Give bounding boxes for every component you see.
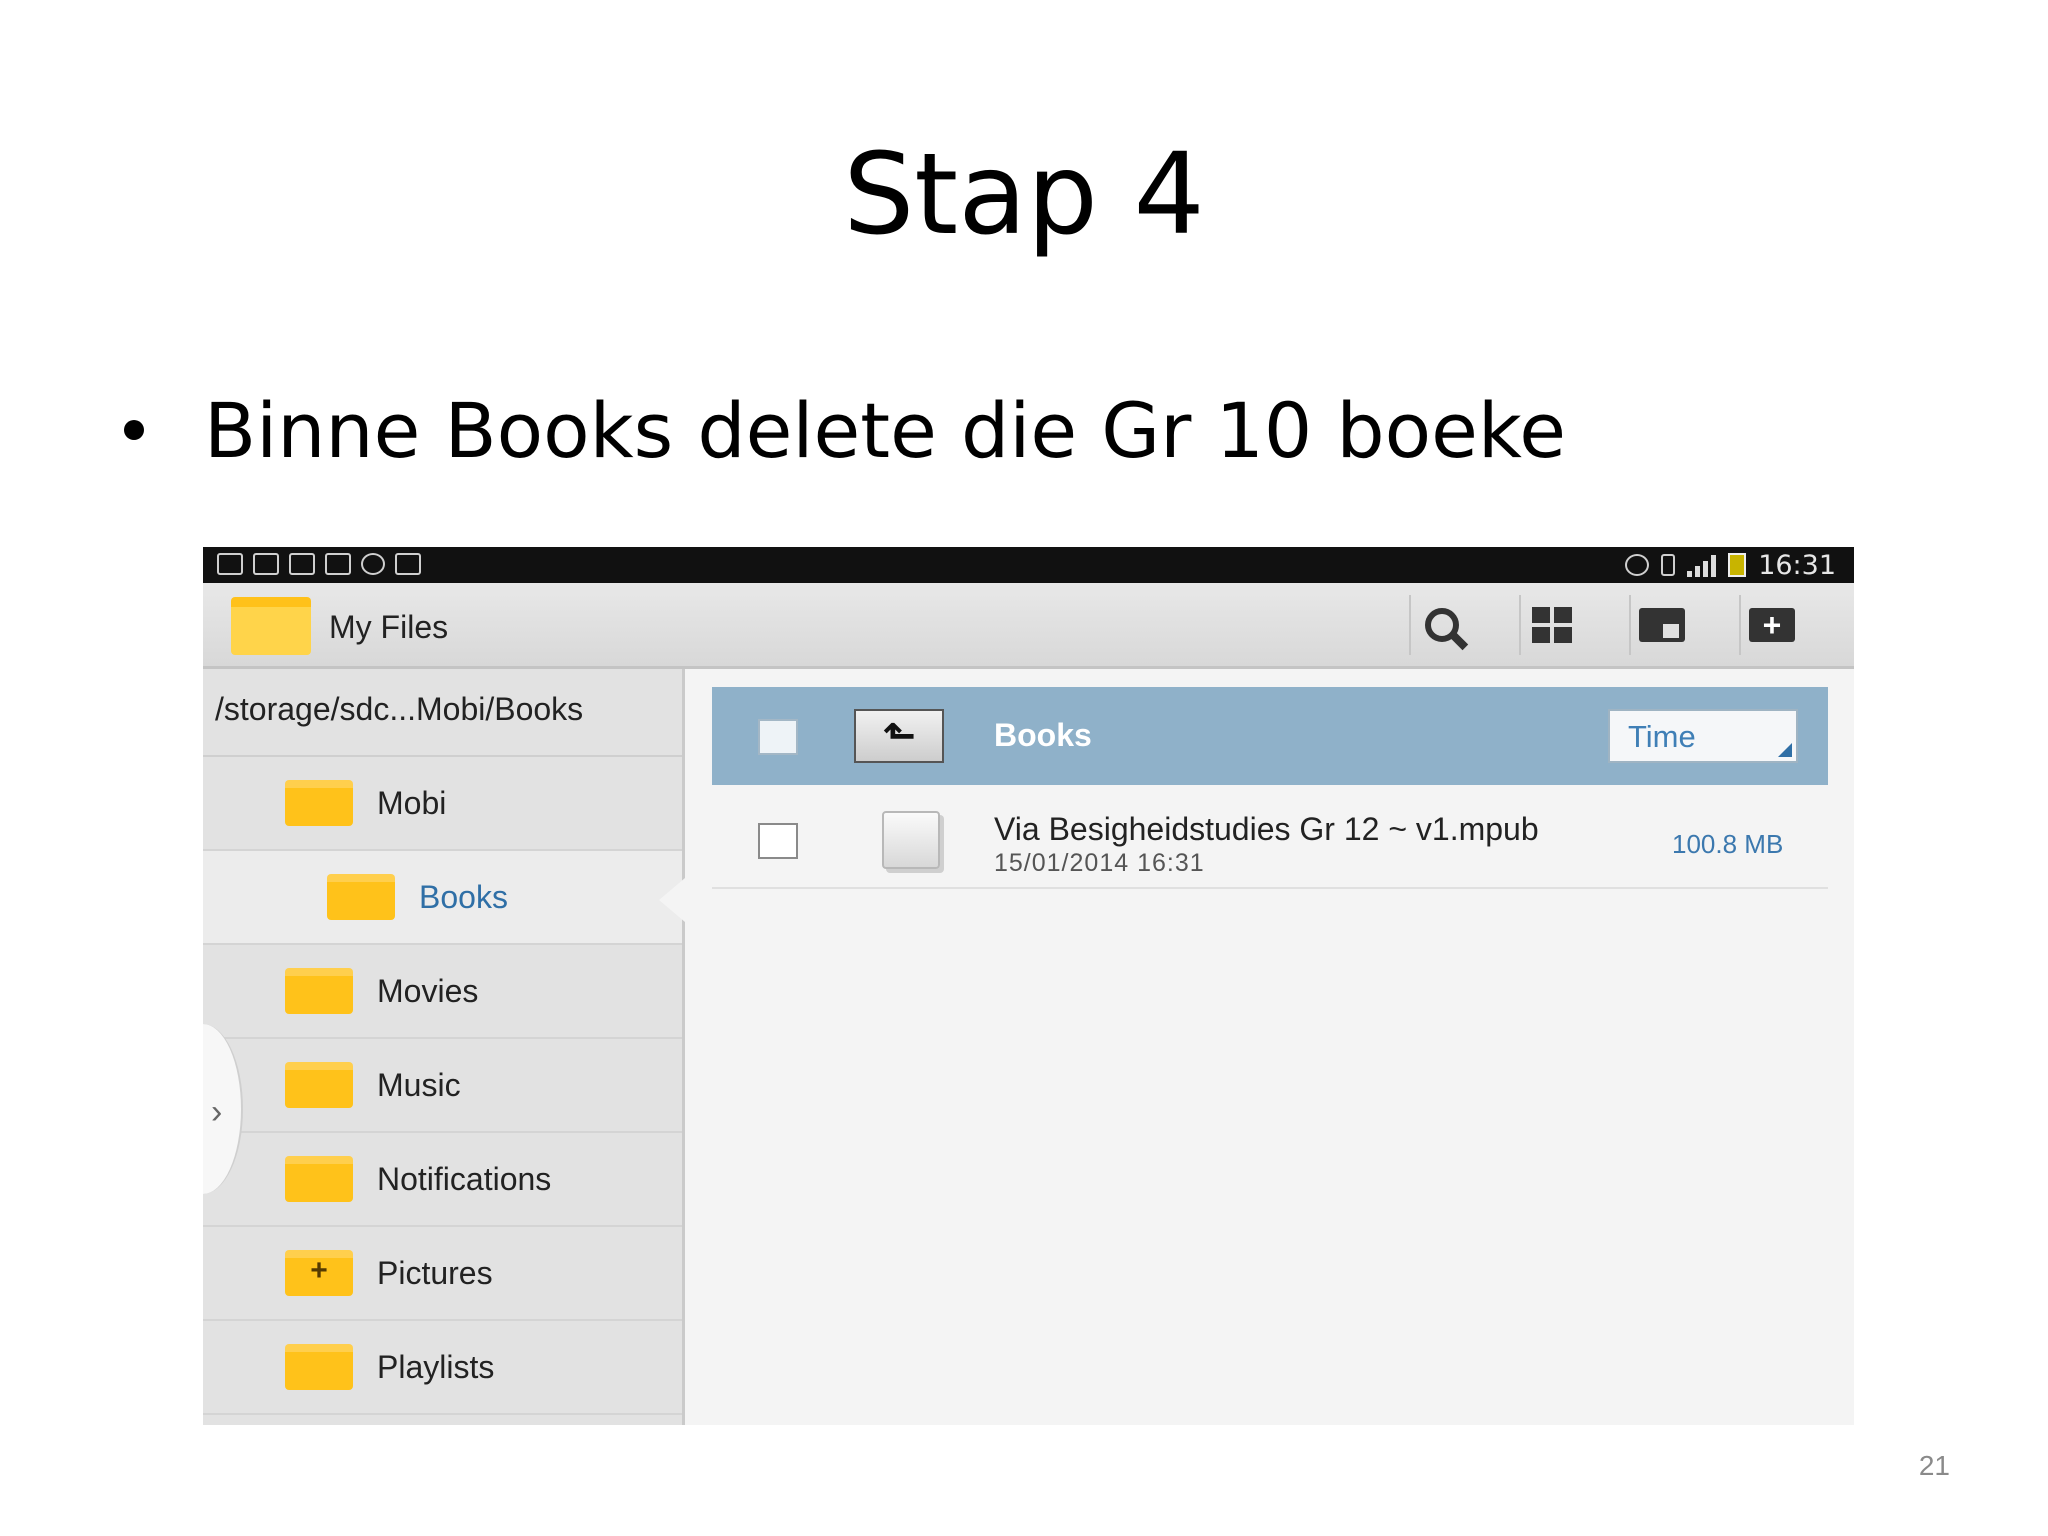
my-files-folder-icon[interactable] (231, 597, 311, 655)
tree-item-label: Playlists (377, 1348, 495, 1385)
search-icon (1425, 608, 1459, 642)
new-folder-icon: + (1749, 608, 1795, 642)
tree-item-label: Pictures (377, 1254, 493, 1291)
arrow-up-icon: ⬑ (882, 714, 916, 758)
download-icon (325, 553, 351, 575)
signal-icon (1687, 553, 1717, 577)
battery-icon (1728, 553, 1747, 577)
tree-item-music[interactable]: Music (203, 1039, 682, 1133)
bullet-item: Binne Books delete die Gr 10 boeke (124, 385, 1566, 475)
usb-icon (217, 553, 243, 575)
slide-number: 21 (1918, 1450, 1950, 1481)
data-hplus-icon (1661, 554, 1676, 576)
folder-plus-icon (285, 1250, 353, 1296)
file-icon (882, 811, 940, 869)
tree-item-pictures[interactable]: Pictures (203, 1227, 682, 1321)
tree-item-mobi[interactable]: Mobi (203, 757, 682, 851)
tree-item-label: Music (377, 1066, 461, 1103)
app-action-bar: My Files + (203, 583, 1854, 669)
app-title: My Files (329, 609, 449, 645)
file-list-pane: ⬑ Books Time Via Besigheidstudies Gr 12 … (688, 669, 1854, 1425)
folder-icon (285, 1062, 353, 1108)
bullet-icon (124, 420, 144, 440)
sort-dropdown[interactable]: Time (1608, 709, 1798, 763)
briefcase-icon (395, 553, 421, 575)
tree-item-label: Notifications (377, 1160, 552, 1197)
current-folder-title: Books (994, 717, 1092, 753)
slide-title: Stap 4 (843, 130, 1205, 260)
file-row[interactable]: Via Besigheidstudies Gr 12 ~ v1.mpub 15/… (712, 789, 1828, 889)
notification-icons (217, 553, 421, 575)
search-button[interactable] (1409, 595, 1473, 655)
tree-item-label: Mobi (377, 784, 447, 821)
file-name: Via Besigheidstudies Gr 12 ~ v1.mpub (994, 811, 1539, 847)
folder-icon (285, 1156, 353, 1202)
file-date: 15/01/2014 16:31 (994, 849, 1205, 877)
tree-item-label: Movies (377, 972, 479, 1009)
tree-item-movies[interactable]: Movies (203, 945, 682, 1039)
current-path: /storage/sdc...Mobi/Books (203, 669, 682, 757)
folder-icon (285, 1344, 353, 1390)
tree-item-label: Books (419, 878, 508, 915)
folder-icon (327, 874, 395, 920)
view-grid-icon (1532, 607, 1572, 643)
folder-icon (285, 968, 353, 1014)
home-folder-button[interactable] (1629, 595, 1693, 655)
gallery-icon (289, 553, 315, 575)
file-checkbox[interactable] (758, 823, 798, 859)
view-toggle-button[interactable] (1519, 595, 1583, 655)
status-bar: 16:31 (203, 547, 1854, 583)
status-time: 16:31 (1758, 549, 1836, 581)
file-size: 100.8 MB (1672, 829, 1784, 859)
bullet-text: Binne Books delete die Gr 10 boeke (204, 385, 1566, 475)
folder-icon (285, 780, 353, 826)
cloud-alert-icon (361, 553, 385, 575)
tree-item-playlists[interactable]: Playlists (203, 1321, 682, 1415)
selection-indicator (659, 878, 685, 922)
tree-item-notifications[interactable]: Notifications (203, 1133, 682, 1227)
file-manager-screenshot: 16:31 My Files + /storage/sdc...Mobi/Boo… (203, 547, 1854, 1425)
eye-icon (1625, 554, 1650, 576)
tree-item-books[interactable]: Books (203, 851, 685, 945)
chevron-right-icon[interactable]: › (211, 1093, 222, 1132)
select-all-checkbox[interactable] (758, 719, 798, 755)
screen-mirror-icon (253, 553, 279, 575)
list-header: ⬑ Books Time (712, 687, 1828, 785)
home-folder-icon (1639, 608, 1685, 642)
folder-tree: /storage/sdc...Mobi/Books Mobi Books Mov… (203, 669, 685, 1425)
up-folder-button[interactable]: ⬑ (854, 709, 944, 763)
new-folder-button[interactable]: + (1739, 595, 1803, 655)
system-status: 16:31 (1625, 547, 1836, 583)
